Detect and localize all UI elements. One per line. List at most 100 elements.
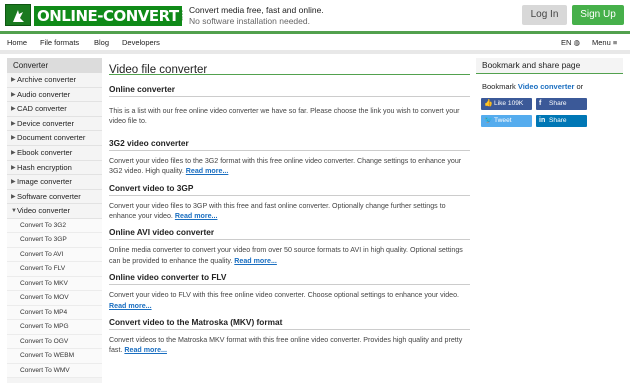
intro-section: Online converter This is a list with our… (109, 84, 470, 127)
section-text: This is a list with our free online vide… (109, 107, 460, 126)
facebook-share-button[interactable]: f Share (536, 98, 587, 110)
share-panel-divider (476, 73, 623, 74)
sidebar-title: Converter (7, 58, 102, 73)
sidebar-subitem-mov[interactable]: Convert To MOV (7, 291, 102, 306)
section-body: Convert your video files to 3GP with thi… (109, 201, 446, 221)
tagline-line2: No software installation needed. (189, 16, 310, 26)
sidebar-item-label: Hash encryption (17, 162, 72, 172)
nav-file-formats[interactable]: File formats (40, 38, 79, 47)
sidebar-item-archive[interactable]: ▶ Archive converter (7, 73, 102, 88)
section-heading: Convert video to the Matroska (MKV) form… (109, 317, 470, 331)
twitter-icon: 🐦 (484, 117, 493, 124)
like-label: Like 109K (494, 100, 524, 107)
sidebar-item-label: Video converter (17, 206, 71, 216)
sidebar-item-label: Device converter (17, 118, 74, 128)
tagline-line1: Convert media free, fast and online. (189, 5, 324, 15)
sidebar-item-video[interactable]: ▼ Video converter (7, 204, 102, 219)
read-more-link[interactable]: Read more... (124, 346, 167, 354)
section-heading: Convert video to 3GP (109, 183, 470, 196)
signup-button[interactable]: Sign Up (572, 5, 624, 25)
twitter-tweet-button[interactable]: 🐦 Tweet (481, 115, 532, 127)
section-body: Convert your video files to the 3G2 form… (109, 156, 462, 176)
bookmark-prefix: Bookmark (482, 82, 516, 91)
sidebar-item-label: Image converter (17, 177, 72, 187)
share-label: Share (549, 117, 567, 124)
linkedin-icon: in (539, 117, 546, 124)
converter-section-mkv: Convert video to the Matroska (MKV) form… (109, 317, 470, 356)
tagline: Convert media free, fast and online. No … (189, 5, 324, 27)
menu-button[interactable]: Menu ≡ (592, 38, 617, 47)
section-text: Convert your video files to 3GP with thi… (109, 201, 470, 222)
nav-blog[interactable]: Blog (94, 38, 109, 47)
thumbs-up-icon: 👍 (484, 100, 493, 107)
sidebar-item-ebook[interactable]: ▶ Ebook converter (7, 146, 102, 161)
sidebar-subitem-mpg[interactable]: Convert To MPG (7, 320, 102, 335)
sidebar-item-label: Ebook converter (17, 147, 73, 157)
login-button[interactable]: Log In (522, 5, 567, 25)
section-text: Convert your video to FLV with this free… (109, 290, 470, 311)
facebook-like-button[interactable]: 👍 Like 109K (481, 98, 532, 110)
sidebar-item-label: Audio converter (17, 89, 71, 99)
section-heading: Online converter (109, 84, 470, 97)
logo-text[interactable]: ONLINE-CONVERT (34, 6, 182, 26)
linkedin-share-button[interactable]: in Share (536, 115, 587, 127)
sidebar-item-image[interactable]: ▶ Image converter (7, 175, 102, 190)
nav-developers[interactable]: Developers (122, 38, 160, 47)
section-heading: 3G2 video converter (109, 138, 470, 151)
bookmark-suffix: or (576, 82, 584, 91)
read-more-link[interactable]: Read more... (186, 167, 229, 175)
sidebar-subitem-ogv[interactable]: Convert To OGV (7, 334, 102, 350)
sidebar-subitem-mp4[interactable]: Convert To MP4 (7, 305, 102, 321)
sidebar-subitem-avi[interactable]: Convert To AVI (7, 247, 102, 263)
sidebar-subitem-3g2[interactable]: Convert To 3G2 (7, 218, 102, 234)
sidebar-subitem-flv[interactable]: Convert To FLV (7, 262, 102, 277)
logo-icon[interactable] (5, 4, 31, 26)
section-text: Online media converter to convert your v… (109, 245, 470, 266)
sidebar: Converter ▶ Archive converter ▶ Audio conv… (7, 58, 102, 383)
chevron-right-icon: ▶ (11, 193, 16, 200)
sidebar-item-label: Document converter (17, 133, 86, 143)
converter-section-avi: Online AVI video converter Online media … (109, 227, 470, 266)
chevron-right-icon: ▶ (11, 91, 16, 98)
section-text: Convert videos to the Matroska MKV forma… (109, 335, 470, 356)
sidebar-item-hash[interactable]: ▶ Hash encryption (7, 161, 102, 176)
sidebar-subitem-webm[interactable]: Convert To WEBM (7, 349, 102, 364)
sidebar-item-label: Software converter (17, 191, 81, 201)
sidebar-item-audio[interactable]: ▶ Audio converter (7, 88, 102, 103)
sidebar-subitem-wmv[interactable]: Convert To WMV (7, 363, 102, 379)
read-more-link[interactable]: Read more... (175, 212, 218, 220)
header: ONLINE-CONVERT .com Convert media free, … (0, 0, 630, 31)
chevron-right-icon: ▶ (11, 164, 16, 171)
sidebar-item-software[interactable]: ▶ Software converter (7, 190, 102, 205)
sidebar-item-document[interactable]: ▶ Document converter (7, 131, 102, 146)
section-heading: Online video converter to FLV (109, 272, 470, 286)
sidebar-item-cad[interactable]: ▶ CAD converter (7, 102, 102, 117)
read-more-link[interactable]: Read more... (234, 257, 277, 265)
section-body: Online media converter to convert your v… (109, 246, 463, 265)
share-panel-title: Bookmark and share page (476, 58, 623, 73)
chevron-right-icon: ▶ (11, 120, 16, 127)
section-text: Convert your video files to the 3G2 form… (109, 156, 470, 177)
chevron-right-icon: ▶ (11, 106, 16, 113)
converter-section-3g2: 3G2 video converter Convert your video f… (109, 138, 470, 177)
language-selector[interactable]: EN ◍ (561, 38, 580, 47)
sidebar-item-label: Archive converter (17, 75, 77, 84)
page-title: Video file converter (109, 58, 470, 76)
share-panel-text: Bookmark Video converter or (476, 82, 623, 91)
section-heading: Online AVI video converter (109, 227, 470, 241)
sidebar-item-label: CAD converter (17, 104, 67, 114)
nav-home[interactable]: Home (7, 38, 27, 47)
logo-suffix: .com (177, 8, 183, 22)
top-nav: Home File formats Blog Developers EN ◍ M… (0, 34, 630, 50)
sidebar-subitem-3gp[interactable]: Convert To 3GP (7, 233, 102, 248)
bookmark-page-link[interactable]: Video converter (518, 82, 575, 91)
nav-divider (0, 50, 630, 54)
chevron-right-icon: ▶ (11, 179, 16, 186)
sidebar-item-device[interactable]: ▶ Device converter (7, 117, 102, 132)
share-label: Share (549, 100, 567, 107)
read-more-link[interactable]: Read more... (109, 302, 152, 310)
main-content: Video file converter Online converter Th… (109, 58, 470, 356)
sidebar-subitem-mkv[interactable]: Convert To MKV (7, 276, 102, 292)
chevron-right-icon: ▶ (11, 77, 16, 83)
converter-section-flv: Online video converter to FLV Convert yo… (109, 272, 470, 311)
